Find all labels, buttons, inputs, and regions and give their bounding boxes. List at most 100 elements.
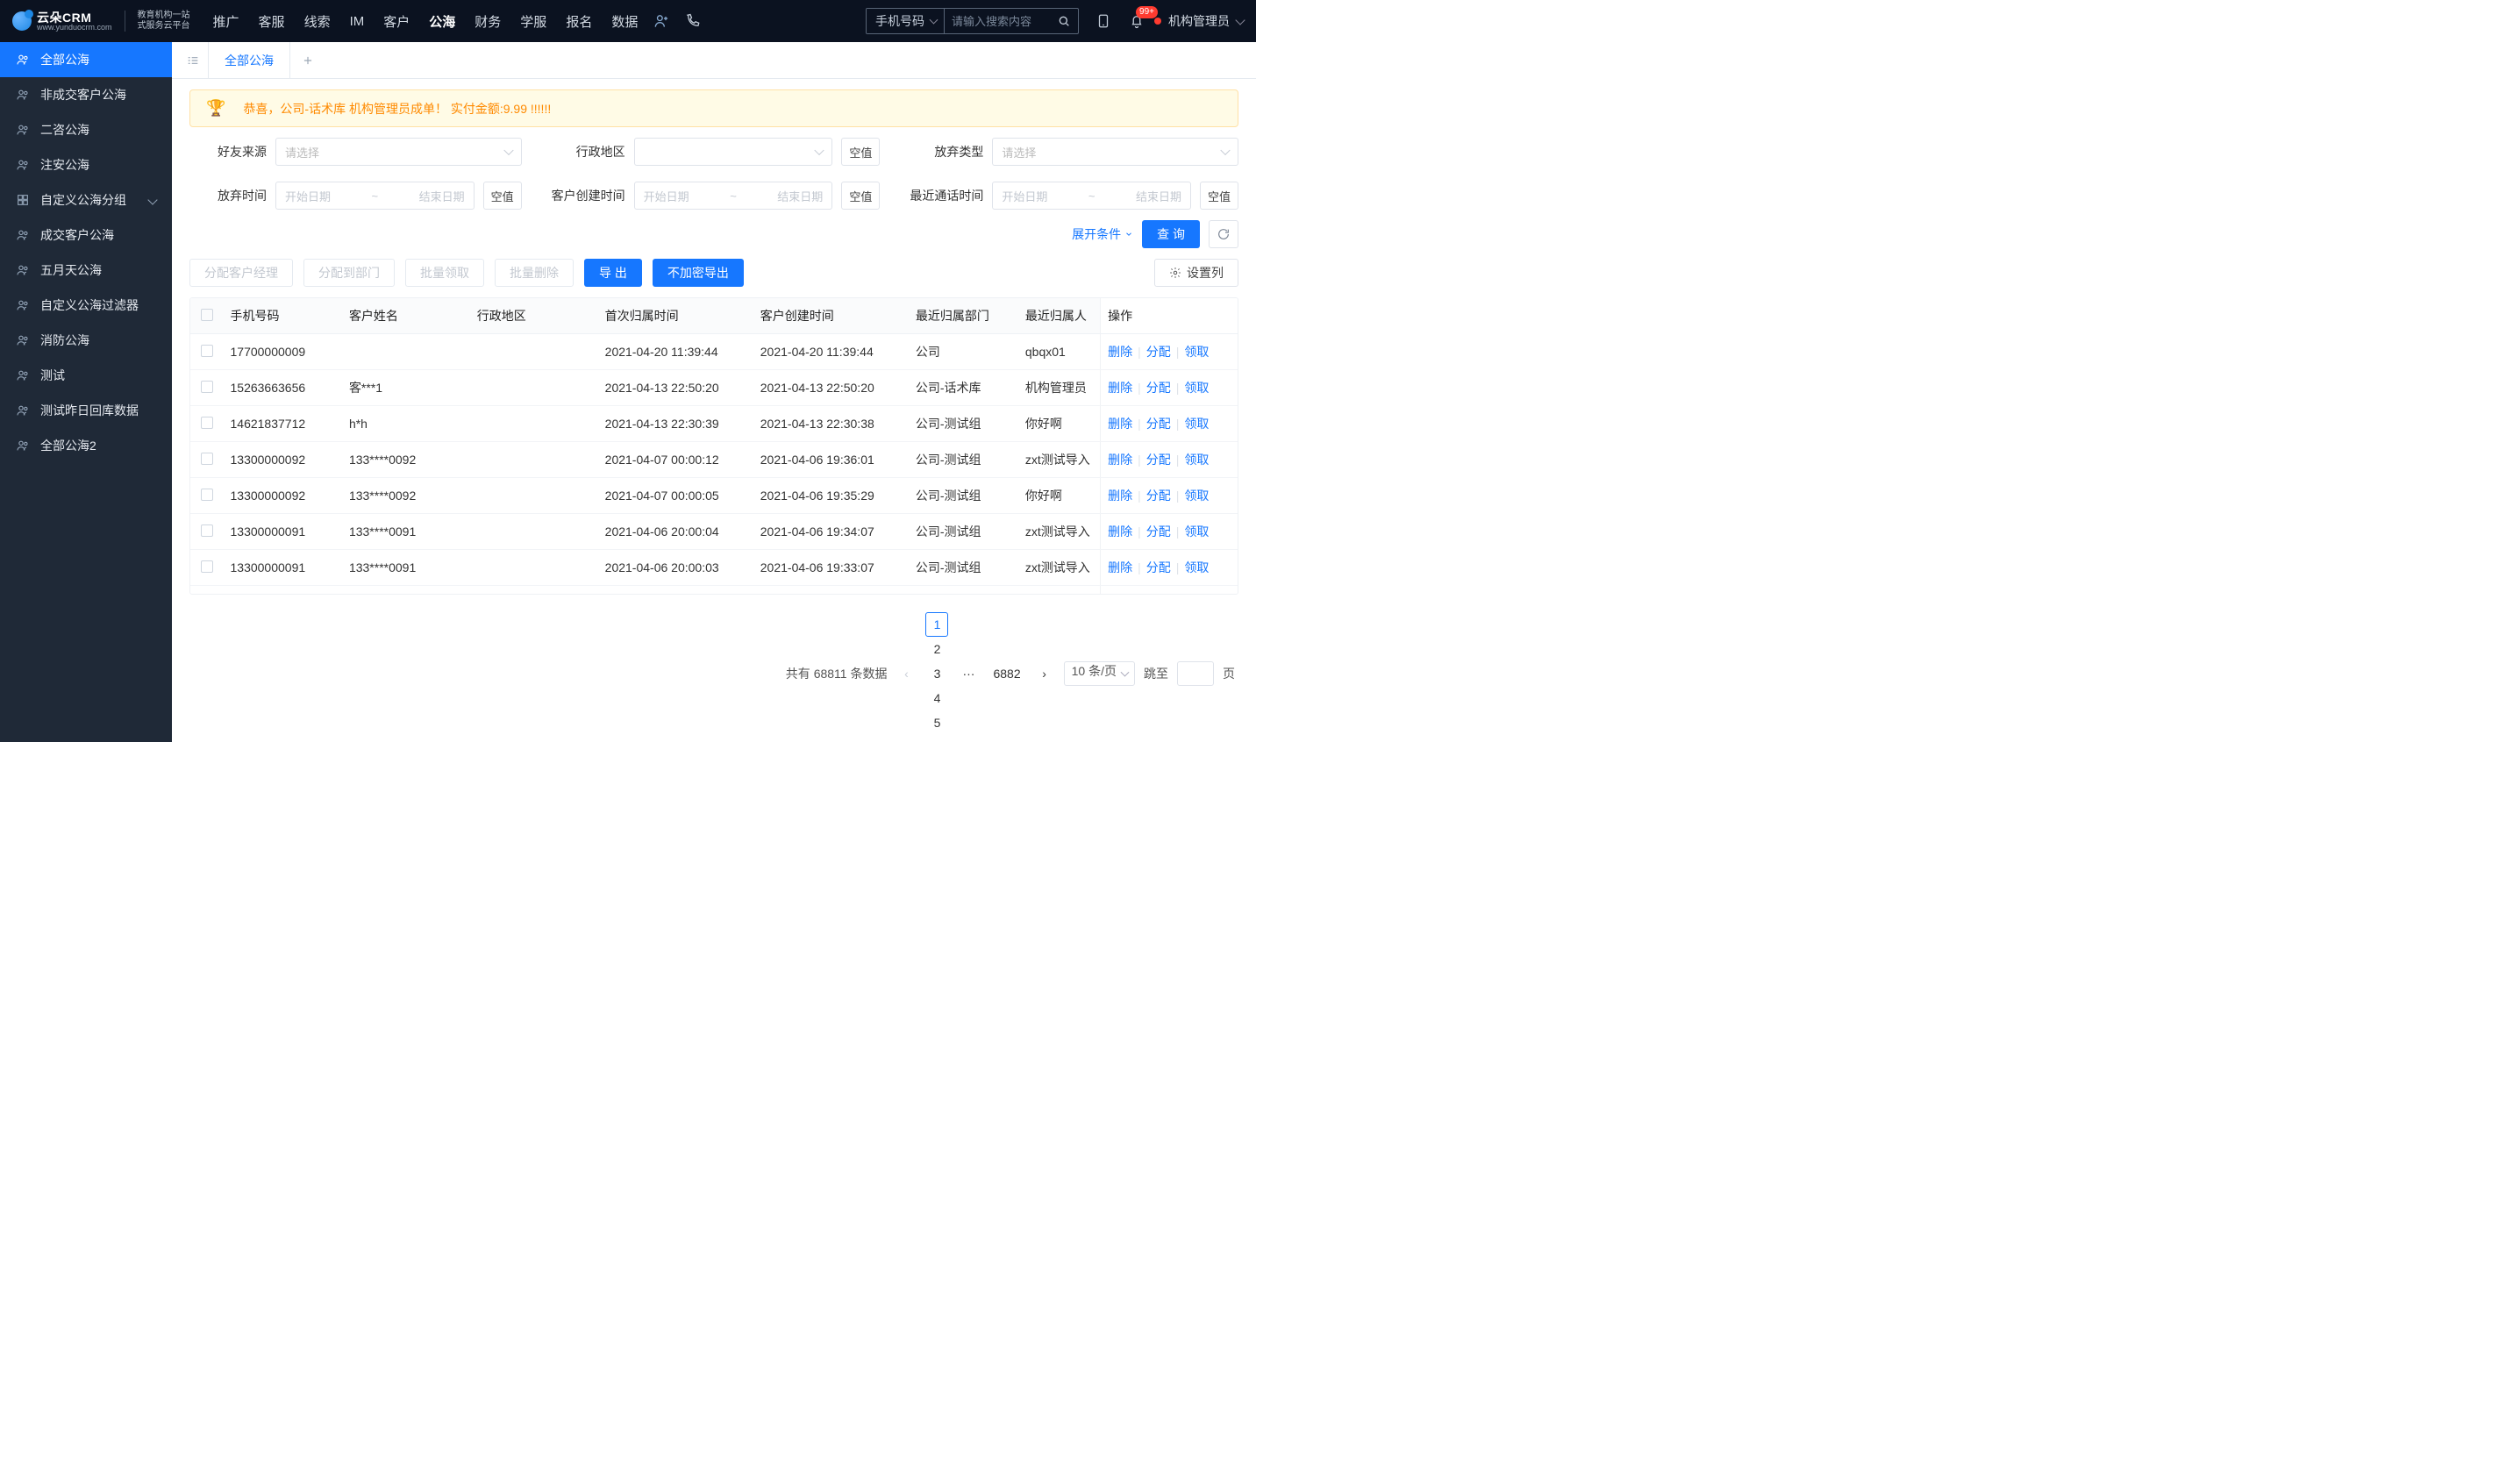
pager-jump-input[interactable] xyxy=(1177,661,1214,686)
row-claim-link[interactable]: 领取 xyxy=(1184,489,1209,503)
row-assign-link[interactable]: 分配 xyxy=(1146,524,1171,539)
filter-create-time-null[interactable]: 空值 xyxy=(841,182,880,210)
device-icon[interactable] xyxy=(1095,12,1112,30)
filter-abandon-time-null[interactable]: 空值 xyxy=(483,182,522,210)
row-checkbox[interactable] xyxy=(201,489,213,501)
sidebar-item-消防公海[interactable]: 消防公海 xyxy=(0,323,172,358)
sidebar-item-五月天公海[interactable]: 五月天公海 xyxy=(0,253,172,288)
nav-客服[interactable]: 客服 xyxy=(257,9,287,34)
cell-actions: 删除|分配|领取 xyxy=(1101,370,1238,406)
row-claim-link[interactable]: 领取 xyxy=(1184,524,1209,539)
search-scope-select[interactable]: 手机号码 xyxy=(867,9,945,33)
filter-region-select[interactable] xyxy=(634,138,833,166)
row-claim-link[interactable]: 领取 xyxy=(1184,453,1209,467)
row-delete-link[interactable]: 删除 xyxy=(1108,560,1132,574)
pager-page-1[interactable]: 1 xyxy=(925,612,948,637)
pager-page-2[interactable]: 2 xyxy=(925,637,948,661)
row-delete-link[interactable]: 删除 xyxy=(1108,345,1132,359)
row-assign-link[interactable]: 分配 xyxy=(1146,381,1171,395)
logo[interactable]: 云朵CRM www.yunduocrm.com 教育机构一站 式服务云平台 xyxy=(12,11,190,32)
pager-page-3[interactable]: 3 xyxy=(925,661,948,686)
pager-page-4[interactable]: 4 xyxy=(925,686,948,710)
nav-学服[interactable]: 学服 xyxy=(518,9,548,34)
reset-button[interactable] xyxy=(1209,220,1238,248)
row-delete-link[interactable]: 删除 xyxy=(1108,381,1132,395)
tab-list-icon[interactable] xyxy=(177,42,209,79)
sidebar-item-自定义公海分组[interactable]: 自定义公海分组 xyxy=(0,182,172,218)
bell-icon[interactable]: 99+ xyxy=(1128,12,1145,30)
select-all-checkbox[interactable] xyxy=(201,309,213,321)
cell-region xyxy=(470,370,598,406)
nav-客户[interactable]: 客户 xyxy=(382,9,411,34)
row-assign-link[interactable]: 分配 xyxy=(1146,345,1171,359)
assign-manager-button[interactable]: 分配客户经理 xyxy=(189,259,293,287)
export-button[interactable]: 导 出 xyxy=(584,259,642,287)
tab-active[interactable]: 全部公海 xyxy=(209,42,290,79)
batch-claim-button[interactable]: 批量领取 xyxy=(405,259,484,287)
nav-线索[interactable]: 线索 xyxy=(303,9,332,34)
query-button[interactable]: 查 询 xyxy=(1142,220,1200,248)
filter-abandon-type-select[interactable]: 请选择 xyxy=(992,138,1238,166)
sidebar-item-成交客户公海[interactable]: 成交客户公海 xyxy=(0,218,172,253)
main: 全部公海 🏆 恭喜，公司-话术库 机构管理员成单！ 实付金额:9.99 !!!!… xyxy=(172,42,1256,742)
row-claim-link[interactable]: 领取 xyxy=(1184,345,1209,359)
row-delete-link[interactable]: 删除 xyxy=(1108,489,1132,503)
row-checkbox[interactable] xyxy=(201,345,213,357)
row-claim-link[interactable]: 领取 xyxy=(1184,417,1209,431)
col-行政地区: 行政地区 xyxy=(470,298,598,334)
nav-报名[interactable]: 报名 xyxy=(564,9,594,34)
row-delete-link[interactable]: 删除 xyxy=(1108,524,1132,539)
sidebar-item-自定义公海过滤器[interactable]: 自定义公海过滤器 xyxy=(0,288,172,323)
row-claim-link[interactable]: 领取 xyxy=(1184,560,1209,574)
plain-export-button[interactable]: 不加密导出 xyxy=(653,259,744,287)
filter-recent-call-null[interactable]: 空值 xyxy=(1200,182,1238,210)
phone-icon[interactable] xyxy=(683,11,703,31)
tab-add-icon[interactable] xyxy=(290,42,325,79)
page-size-select[interactable]: 10 条/页 xyxy=(1064,661,1135,686)
row-assign-link[interactable]: 分配 xyxy=(1146,453,1171,467)
row-delete-link[interactable]: 删除 xyxy=(1108,417,1132,431)
pager-next-icon[interactable]: › xyxy=(1034,661,1055,686)
assign-dept-button[interactable]: 分配到部门 xyxy=(303,259,395,287)
sidebar-item-二咨公海[interactable]: 二咨公海 xyxy=(0,112,172,147)
sidebar-item-全部公海[interactable]: 全部公海 xyxy=(0,42,172,77)
row-assign-link[interactable]: 分配 xyxy=(1146,489,1171,503)
filter-create-time-range[interactable]: 开始日期~结束日期 xyxy=(634,182,833,210)
row-checkbox[interactable] xyxy=(201,453,213,465)
filter-region-null[interactable]: 空值 xyxy=(841,138,880,166)
row-checkbox[interactable] xyxy=(201,381,213,393)
filter-region-label: 行政地区 xyxy=(548,143,625,161)
add-user-icon[interactable] xyxy=(652,11,671,31)
row-checkbox[interactable] xyxy=(201,524,213,537)
filter-source-select[interactable]: 请选择 xyxy=(275,138,522,166)
config-columns-button[interactable]: 设置列 xyxy=(1154,259,1238,287)
pager-prev-icon[interactable]: ‹ xyxy=(896,661,917,686)
row-checkbox[interactable] xyxy=(201,417,213,429)
filter-create-time-label: 客户创建时间 xyxy=(548,187,625,204)
sidebar-item-非成交客户公海[interactable]: 非成交客户公海 xyxy=(0,77,172,112)
expand-filters-link[interactable]: 展开条件 xyxy=(1072,225,1133,243)
sidebar-item-全部公海2[interactable]: 全部公海2 xyxy=(0,428,172,463)
search-input[interactable] xyxy=(945,11,1050,32)
user-menu[interactable]: 机构管理员 xyxy=(1154,12,1244,30)
nav-财务[interactable]: 财务 xyxy=(473,9,503,34)
filter-abandon-time-range[interactable]: 开始日期~结束日期 xyxy=(275,182,475,210)
sidebar-item-测试[interactable]: 测试 xyxy=(0,358,172,393)
sidebar-item-测试昨日回库数据[interactable]: 测试昨日回库数据 xyxy=(0,393,172,428)
nav-数据[interactable]: 数据 xyxy=(610,9,639,34)
nav-公海[interactable]: 公海 xyxy=(427,9,457,34)
sidebar-item-注安公海[interactable]: 注安公海 xyxy=(0,147,172,182)
nav-IM[interactable]: IM xyxy=(348,11,367,32)
row-claim-link[interactable]: 领取 xyxy=(1184,381,1209,395)
search-icon[interactable] xyxy=(1050,14,1078,28)
pager-page-5[interactable]: 5 xyxy=(925,710,948,735)
pager-last[interactable]: 6882 xyxy=(988,661,1024,686)
row-delete-link[interactable]: 删除 xyxy=(1108,453,1132,467)
nav-推广[interactable]: 推广 xyxy=(211,9,241,34)
filter-recent-call-range[interactable]: 开始日期~结束日期 xyxy=(992,182,1191,210)
row-checkbox[interactable] xyxy=(201,560,213,573)
batch-delete-button[interactable]: 批量删除 xyxy=(495,259,574,287)
row-assign-link[interactable]: 分配 xyxy=(1146,560,1171,574)
row-assign-link[interactable]: 分配 xyxy=(1146,417,1171,431)
grid-icon xyxy=(16,193,30,207)
